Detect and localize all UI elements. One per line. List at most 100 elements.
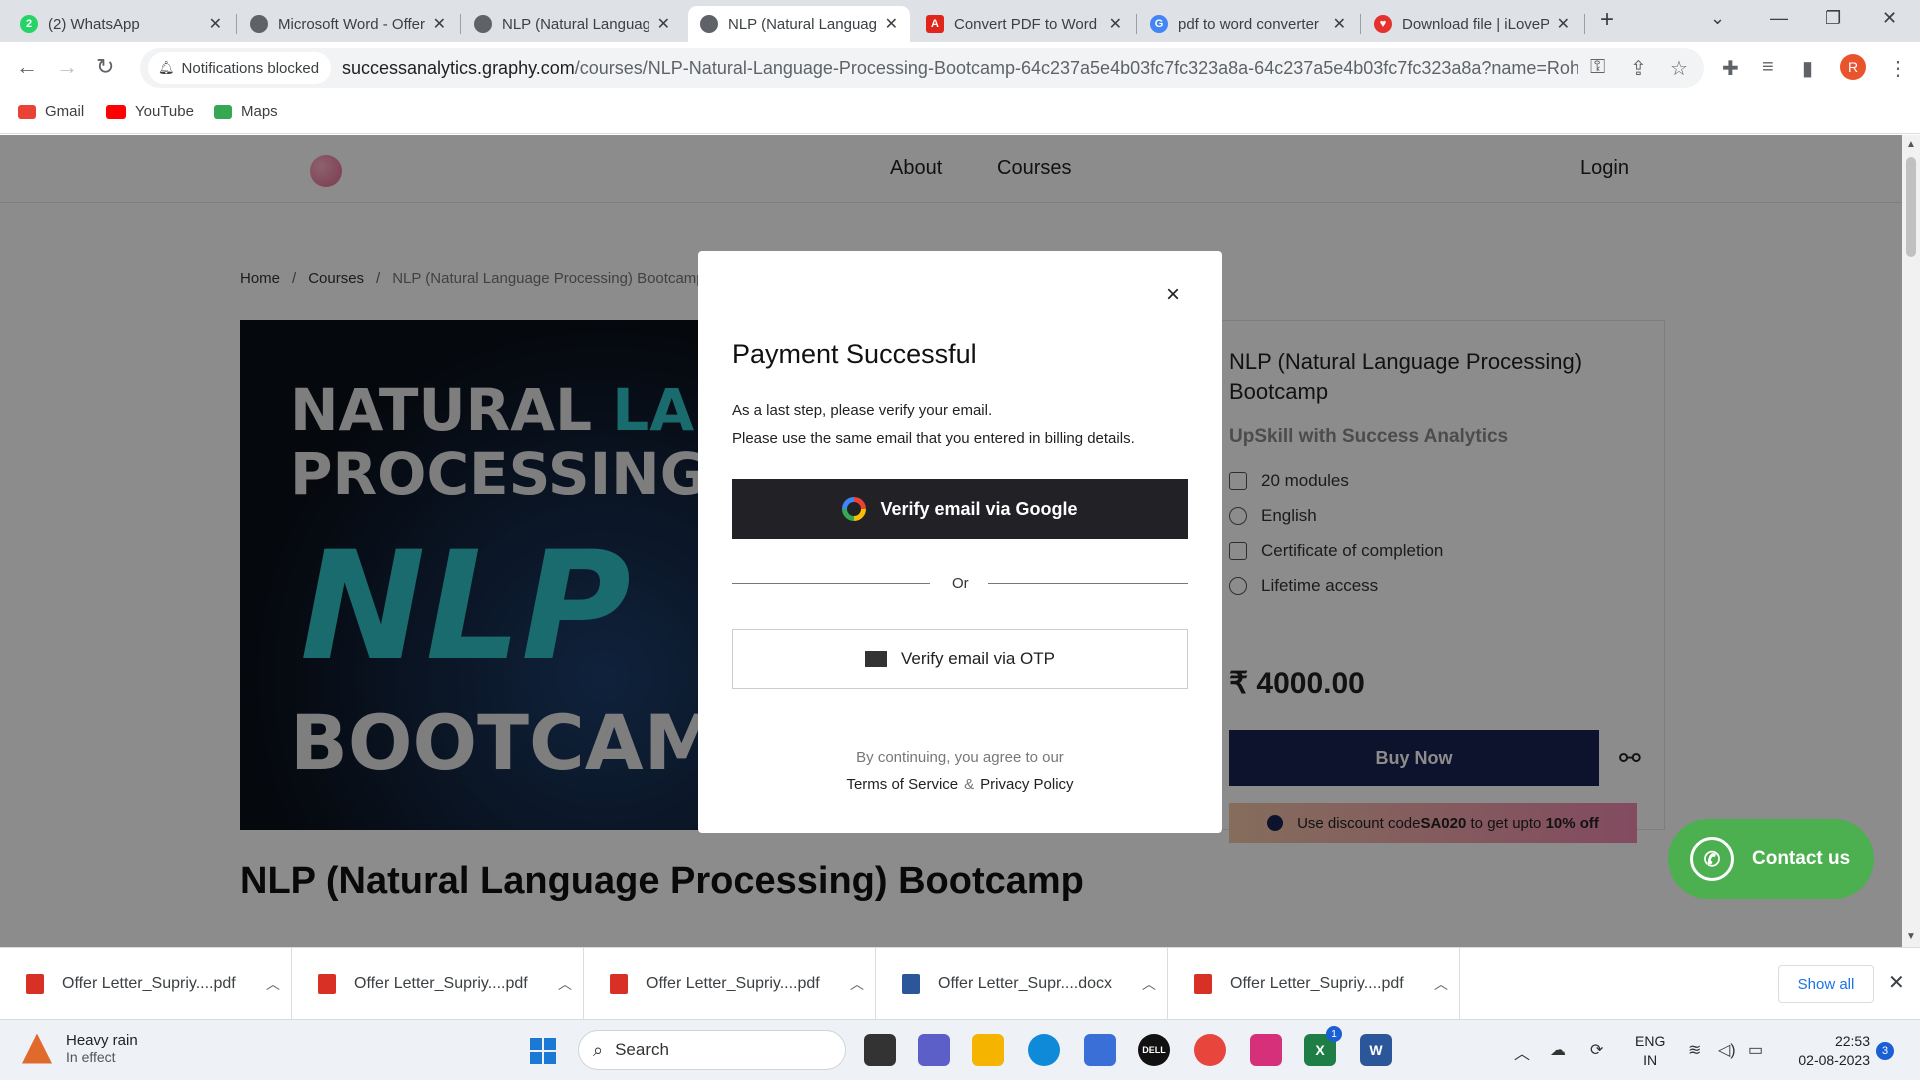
key-icon[interactable]: ⚿ xyxy=(1590,56,1605,79)
chrome-icon[interactable] xyxy=(1194,1034,1226,1066)
download-item[interactable]: Offer Letter_Supriy....pdf ︿ xyxy=(584,948,876,1020)
tab-google-search[interactable]: G pdf to word converter ✕ xyxy=(1138,6,1358,42)
taskbar-search[interactable]: ⌕ Search xyxy=(578,1030,846,1070)
task-view-icon[interactable] xyxy=(864,1034,896,1066)
store-icon[interactable] xyxy=(1084,1034,1116,1066)
tab-microsoft-word[interactable]: Microsoft Word - Offer ✕ xyxy=(238,6,458,42)
download-name: Offer Letter_Supriy....pdf xyxy=(646,975,820,992)
bookmark-label: Gmail xyxy=(45,103,85,120)
close-icon[interactable]: ✕ xyxy=(885,14,898,34)
volume-icon[interactable]: ◁) xyxy=(1718,1040,1736,1060)
download-shelf: Offer Letter_Supriy....pdf ︿ Offer Lette… xyxy=(0,947,1920,1020)
privacy-link[interactable]: Privacy Policy xyxy=(980,776,1073,793)
ilovepdf-icon: ♥ xyxy=(1374,15,1392,33)
instagram-icon[interactable] xyxy=(1250,1034,1282,1066)
weather-widget[interactable]: Heavy rain In effect xyxy=(22,1032,138,1065)
close-icon[interactable]: ✕ xyxy=(1109,14,1122,34)
notifications-blocked-chip[interactable]: 🔔︎ Notifications blocked xyxy=(148,52,332,84)
page-scrollbar[interactable]: ▲ ▼ xyxy=(1902,135,1920,947)
sync-icon[interactable]: ⟳ xyxy=(1590,1040,1603,1060)
close-icon[interactable]: × xyxy=(1166,281,1180,309)
dell-icon[interactable]: DELL xyxy=(1138,1034,1170,1066)
download-name: Offer Letter_Supr....docx xyxy=(938,975,1113,992)
url-text[interactable]: successanalytics.graphy.com/courses/NLP-… xyxy=(342,58,1578,79)
weather-subtitle: In effect xyxy=(66,1049,116,1065)
teams-icon[interactable] xyxy=(918,1034,950,1066)
notification-badge[interactable]: 3 xyxy=(1876,1042,1894,1060)
chevron-up-icon[interactable]: ︿ xyxy=(1514,1040,1530,1064)
reload-icon[interactable]: ↻ xyxy=(96,54,114,80)
scrollbar-thumb[interactable] xyxy=(1906,157,1916,257)
pdf-file-icon xyxy=(610,974,628,994)
onedrive-icon[interactable]: ☁ xyxy=(1550,1040,1566,1060)
scroll-up-icon[interactable]: ▲ xyxy=(1906,139,1916,150)
chevron-up-icon[interactable]: ︿ xyxy=(1142,974,1156,994)
close-icon[interactable]: ✕ xyxy=(1888,970,1905,995)
dialog-title: Payment Successful xyxy=(732,339,977,369)
search-icon: ⌕ xyxy=(593,1039,604,1060)
close-icon[interactable]: ✕ xyxy=(657,14,670,34)
forward-icon[interactable]: → xyxy=(56,54,78,80)
close-window-icon[interactable]: ✕ xyxy=(1882,8,1897,29)
tab-label: Microsoft Word - Offer xyxy=(278,15,425,33)
download-item[interactable]: Offer Letter_Supriy....pdf ︿ xyxy=(292,948,584,1020)
word-icon[interactable]: W xyxy=(1360,1034,1392,1066)
tab-ilovepdf[interactable]: ♥ Download file | iLoveP ✕ xyxy=(1362,6,1582,42)
verify-google-button[interactable]: Verify email via Google xyxy=(732,479,1188,539)
share-page-icon[interactable]: ⇪ xyxy=(1630,56,1647,81)
close-icon[interactable]: ✕ xyxy=(1333,14,1346,34)
bookmark-gmail[interactable]: Gmail xyxy=(18,103,84,120)
chevron-up-icon[interactable]: ︿ xyxy=(266,974,280,994)
tab-search-icon[interactable]: ⌄ xyxy=(1710,8,1725,29)
menu-icon[interactable]: ⋮ xyxy=(1888,56,1908,81)
chevron-up-icon[interactable]: ︿ xyxy=(1434,974,1448,994)
terms-link[interactable]: Terms of Service xyxy=(846,776,958,793)
minimize-icon[interactable]: — xyxy=(1770,8,1788,29)
mail-icon xyxy=(865,651,887,667)
new-tab-button[interactable]: + xyxy=(1600,6,1614,34)
start-button[interactable] xyxy=(530,1038,556,1064)
verify-otp-button[interactable]: Verify email via OTP xyxy=(732,629,1188,689)
edge-icon[interactable] xyxy=(1028,1034,1060,1066)
download-item[interactable]: Offer Letter_Supriy....pdf ︿ xyxy=(1168,948,1460,1020)
address-bar[interactable]: 🔔︎ Notifications blocked successanalytic… xyxy=(140,48,1704,88)
close-icon[interactable]: ✕ xyxy=(433,14,446,34)
battery-icon[interactable]: ▭ xyxy=(1748,1040,1763,1060)
chevron-up-icon[interactable]: ︿ xyxy=(558,974,572,994)
side-panel-icon[interactable]: ▮ xyxy=(1802,56,1813,81)
clock[interactable]: 22:53 02-08-2023 xyxy=(1790,1032,1870,1070)
bookmark-youtube[interactable]: YouTube xyxy=(106,103,194,120)
tab-nlp-1[interactable]: NLP (Natural Language ✕ xyxy=(462,6,682,42)
google-icon: G xyxy=(1150,15,1168,33)
tab-nlp-active[interactable]: NLP (Natural Language ✕ xyxy=(688,6,910,42)
tab-whatsapp[interactable]: 2 (2) WhatsApp ✕ xyxy=(8,6,234,42)
word-file-icon xyxy=(902,974,920,994)
show-all-downloads-button[interactable]: Show all xyxy=(1778,965,1874,1003)
notification-chip-label: Notifications blocked xyxy=(181,59,320,77)
restore-icon[interactable]: ❐ xyxy=(1825,8,1841,29)
contact-us-button[interactable]: ✆ Contact us xyxy=(1668,819,1874,899)
back-icon[interactable]: ← xyxy=(16,54,38,80)
divider xyxy=(988,583,1188,584)
download-name: Offer Letter_Supriy....pdf xyxy=(354,975,528,992)
media-control-icon[interactable]: ≡ xyxy=(1762,56,1774,79)
extensions-icon[interactable]: ✚ xyxy=(1722,56,1739,81)
wifi-icon[interactable]: ≋ xyxy=(1688,1040,1701,1060)
close-icon[interactable]: ✕ xyxy=(209,14,222,34)
bookmark-maps[interactable]: Maps xyxy=(214,103,278,120)
dialog-text-line-1: As a last step, please verify your email… xyxy=(732,402,993,419)
file-explorer-icon[interactable] xyxy=(972,1034,1004,1066)
close-icon[interactable]: ✕ xyxy=(1557,14,1570,34)
scroll-down-icon[interactable]: ▼ xyxy=(1906,931,1916,942)
tab-adobe[interactable]: A Convert PDF to Word ✕ xyxy=(914,6,1134,42)
legal-links: Terms of Service & Privacy Policy xyxy=(698,776,1222,793)
download-item[interactable]: Offer Letter_Supr....docx ︿ xyxy=(876,948,1168,1020)
download-item[interactable]: Offer Letter_Supriy....pdf ︿ xyxy=(0,948,292,1020)
youtube-icon xyxy=(106,104,126,119)
bookmarks-bar: Gmail YouTube Maps xyxy=(0,94,1920,134)
bookmark-star-icon[interactable]: ☆ xyxy=(1670,56,1688,81)
google-icon xyxy=(842,497,867,521)
profile-avatar[interactable]: R xyxy=(1840,54,1866,80)
chevron-up-icon[interactable]: ︿ xyxy=(850,974,864,994)
language-indicator[interactable]: ENG IN xyxy=(1635,1032,1665,1070)
